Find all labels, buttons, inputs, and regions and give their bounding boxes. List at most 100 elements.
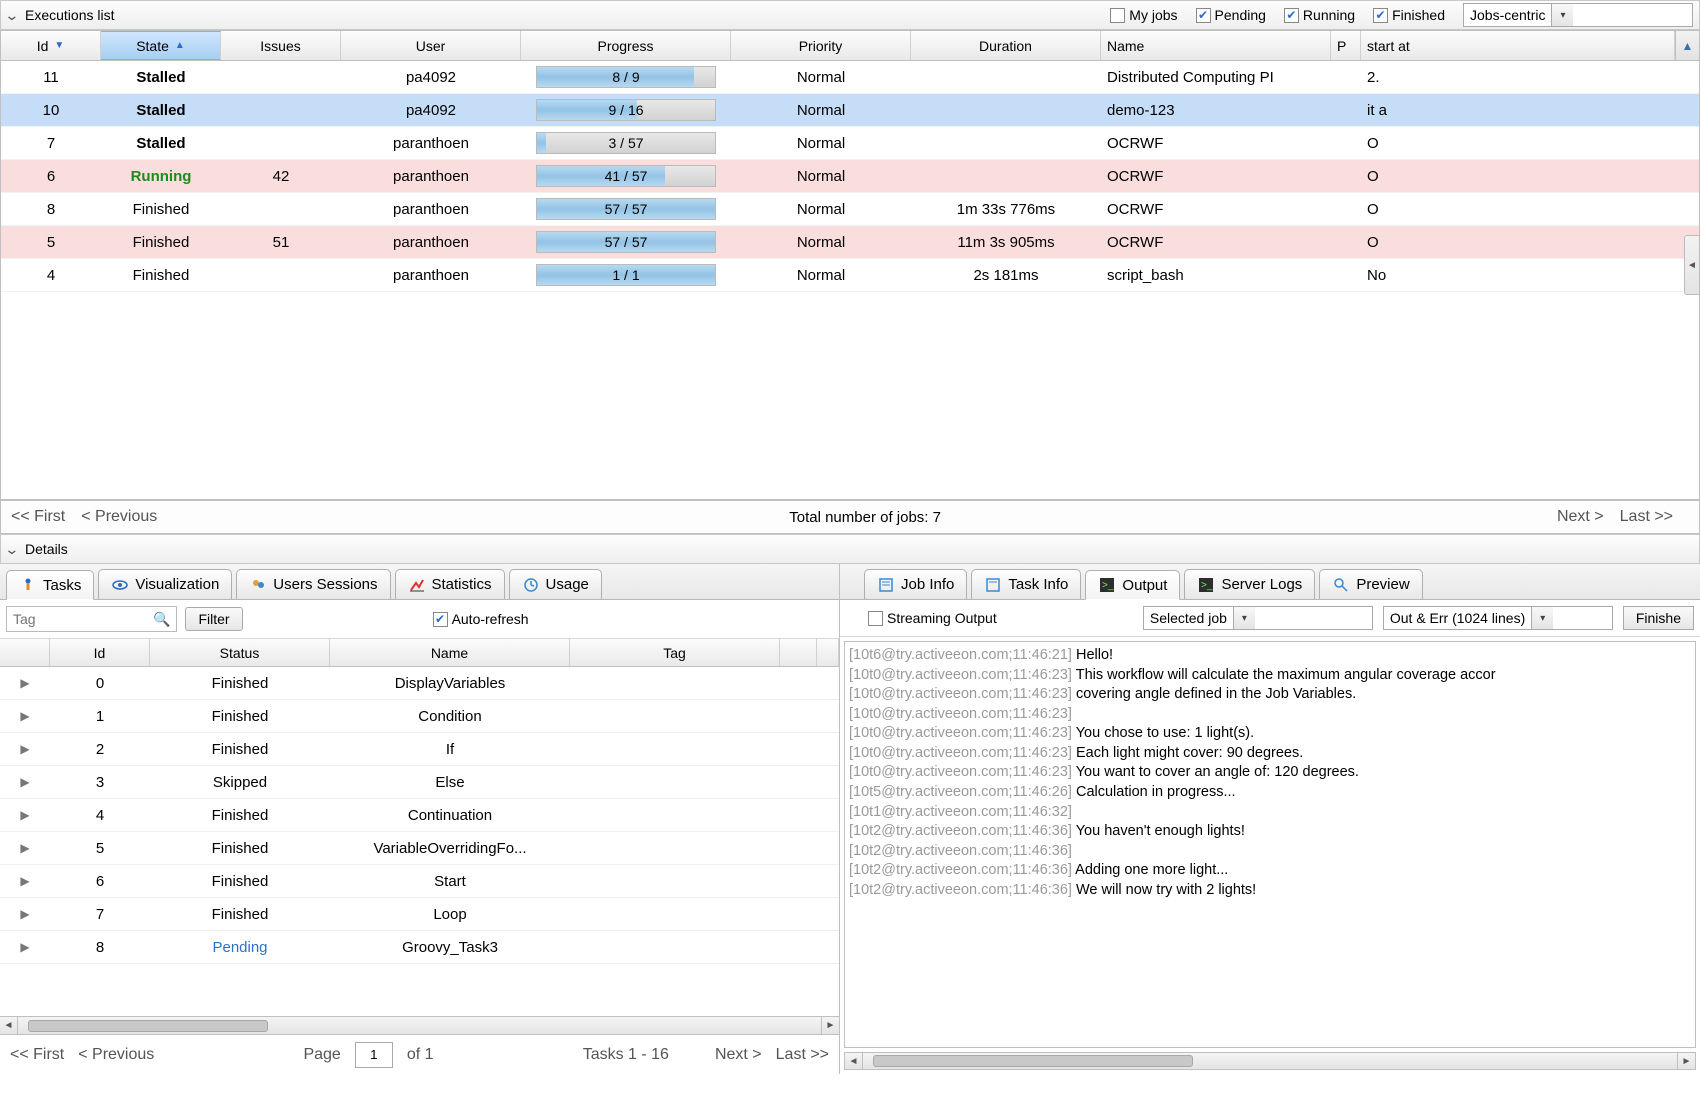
tasks-prev-button[interactable]: < Previous xyxy=(78,1046,154,1064)
col-p[interactable]: P xyxy=(1331,31,1361,60)
search-icon[interactable]: 🔍 xyxy=(153,611,170,628)
job-row[interactable]: 7Stalledparanthoen3 / 57NormalOCRWFO xyxy=(1,127,1699,160)
tab-statistics[interactable]: Statistics xyxy=(395,569,505,599)
scroll-thumb[interactable] xyxy=(873,1055,1193,1067)
task-row[interactable]: ▶1FinishedCondition xyxy=(0,700,839,733)
tab-users-sessions[interactable]: Users Sessions xyxy=(236,569,390,599)
progress-bar: 57 / 57 xyxy=(536,231,716,253)
task-row[interactable]: ▶5FinishedVariableOverridingFo... xyxy=(0,832,839,865)
filter-my-jobs[interactable]: My jobs xyxy=(1110,7,1177,23)
col-task-id[interactable]: Id xyxy=(50,639,150,666)
output-console: [10t6@try.activeeon.com;11:46:21] Hello!… xyxy=(844,641,1696,1048)
executions-title: Executions list xyxy=(25,7,114,23)
col-id[interactable]: Id ▼ xyxy=(1,31,101,60)
tasks-table-header: Id Status Name Tag xyxy=(0,639,839,667)
job-row[interactable]: 6Running42paranthoen41 / 57NormalOCRWFO xyxy=(1,160,1699,193)
side-collapse-handle[interactable]: ◄ xyxy=(1684,235,1700,295)
tag-search-input[interactable]: 🔍 xyxy=(6,606,177,632)
job-row[interactable]: 4Finishedparanthoen1 / 1Normal2s 181mssc… xyxy=(1,259,1699,292)
task-row[interactable]: ▶3SkippedElse xyxy=(0,766,839,799)
scroll-left-icon[interactable]: ◄ xyxy=(845,1053,863,1069)
col-issues[interactable]: Issues xyxy=(221,31,341,60)
col-user[interactable]: User xyxy=(341,31,521,60)
task-row[interactable]: ▶0FinishedDisplayVariables xyxy=(0,667,839,700)
tab-task-info[interactable]: Task Info xyxy=(971,569,1081,599)
progress-bar: 3 / 57 xyxy=(536,132,716,154)
scroll-right-icon[interactable]: ► xyxy=(821,1017,839,1034)
job-row[interactable]: 5Finished51paranthoen57 / 57Normal11m 3s… xyxy=(1,226,1699,259)
task-row[interactable]: ▶8PendingGroovy_Task3 xyxy=(0,931,839,964)
job-row[interactable]: 10Stalledpa40929 / 16Normaldemo-123it a xyxy=(1,94,1699,127)
col-start[interactable]: start at xyxy=(1361,31,1675,60)
tasks-next-button[interactable]: Next > xyxy=(715,1046,762,1064)
filter-pending[interactable]: ✔ Pending xyxy=(1196,7,1266,23)
task-row[interactable]: ▶6FinishedStart xyxy=(0,865,839,898)
tab-preview[interactable]: Preview xyxy=(1319,569,1422,599)
tab-server-logs[interactable]: >_ Server Logs xyxy=(1184,569,1315,599)
scroll-up-icon[interactable]: ▲ xyxy=(1675,31,1699,60)
jobs-prev-button[interactable]: < Previous xyxy=(81,508,157,526)
jobs-next-button[interactable]: Next > xyxy=(1557,508,1604,526)
tab-tasks[interactable]: Tasks xyxy=(6,570,94,600)
col-task-tag[interactable]: Tag xyxy=(570,639,780,666)
output-line: [10t2@try.activeeon.com;11:46:36] Adding… xyxy=(849,861,1691,881)
col-priority[interactable]: Priority xyxy=(731,31,911,60)
collapse-details-icon[interactable]: ⌄ xyxy=(4,541,27,558)
filter-running[interactable]: ✔ Running xyxy=(1284,7,1355,23)
col-task-name[interactable]: Name xyxy=(330,639,570,666)
task-row[interactable]: ▶2FinishedIf xyxy=(0,733,839,766)
col-duration[interactable]: Duration xyxy=(911,31,1101,60)
filter-button[interactable]: Filter xyxy=(185,607,242,631)
view-selector[interactable]: Jobs-centric ▾ xyxy=(1463,3,1693,27)
col-state[interactable]: State ▲ xyxy=(101,31,221,60)
job-row[interactable]: 11Stalledpa40928 / 9NormalDistributed Co… xyxy=(1,61,1699,94)
checkbox-icon[interactable]: ✔ xyxy=(433,612,448,627)
filter-finished[interactable]: ✔ Finished xyxy=(1373,7,1445,23)
collapse-executions-icon[interactable]: ⌄ xyxy=(4,7,27,24)
output-scope-select[interactable]: Selected job ▾ xyxy=(1143,606,1373,630)
checkbox-icon[interactable]: ✔ xyxy=(1373,8,1388,23)
output-hscroll[interactable]: ◄ ► xyxy=(844,1052,1696,1070)
chevron-down-icon[interactable]: ▾ xyxy=(1551,4,1573,26)
output-line: [10t0@try.activeeon.com;11:46:23] coveri… xyxy=(849,685,1691,705)
checkbox-icon[interactable]: ✔ xyxy=(1196,8,1211,23)
scroll-right-icon[interactable]: ► xyxy=(1677,1053,1695,1069)
task-row[interactable]: ▶4FinishedContinuation xyxy=(0,799,839,832)
clock-icon xyxy=(522,576,540,594)
expand-arrow-icon: ▶ xyxy=(20,676,29,690)
expand-arrow-icon: ▶ xyxy=(20,742,29,756)
output-line: [10t2@try.activeeon.com;11:46:36] xyxy=(849,842,1691,862)
tab-visualization[interactable]: Visualization xyxy=(98,569,232,599)
auto-refresh-toggle[interactable]: ✔ Auto-refresh xyxy=(433,611,529,627)
streaming-output-toggle[interactable]: Streaming Output xyxy=(868,610,997,626)
job-row[interactable]: 8Finishedparanthoen57 / 57Normal1m 33s 7… xyxy=(1,193,1699,226)
tag-input[interactable] xyxy=(13,611,153,627)
tab-usage[interactable]: Usage xyxy=(509,569,602,599)
tasks-hscroll[interactable]: ◄ ► xyxy=(0,1016,839,1034)
col-progress[interactable]: Progress xyxy=(521,31,731,60)
output-line: [10t2@try.activeeon.com;11:46:36] We wil… xyxy=(849,881,1691,901)
scroll-left-icon[interactable]: ◄ xyxy=(0,1017,18,1034)
finish-button[interactable]: Finishe xyxy=(1623,606,1694,630)
checkbox-icon[interactable] xyxy=(868,611,883,626)
checkbox-icon[interactable]: ✔ xyxy=(1284,8,1299,23)
task-row[interactable]: ▶7FinishedLoop xyxy=(0,898,839,931)
tasks-first-button[interactable]: << First xyxy=(10,1046,64,1064)
col-task-status[interactable]: Status xyxy=(150,639,330,666)
jobs-first-button[interactable]: << First xyxy=(11,508,65,526)
tab-job-info[interactable]: Job Info xyxy=(864,569,967,599)
right-tabbar: Job Info Task Info >_ Output >_ Server L… xyxy=(840,564,1700,600)
tasks-toolbar: 🔍 Filter ✔ Auto-refresh xyxy=(0,600,839,639)
chevron-down-icon[interactable]: ▾ xyxy=(1531,607,1553,629)
chevron-down-icon[interactable]: ▾ xyxy=(1233,607,1255,629)
progress-bar: 9 / 16 xyxy=(536,99,716,121)
col-name[interactable]: Name xyxy=(1101,31,1331,60)
sort-desc-icon: ▼ xyxy=(54,40,64,51)
jobs-last-button[interactable]: Last >> xyxy=(1620,508,1673,526)
tab-output[interactable]: >_ Output xyxy=(1085,570,1180,600)
tasks-last-button[interactable]: Last >> xyxy=(776,1046,829,1064)
checkbox-icon[interactable] xyxy=(1110,8,1125,23)
output-lines-select[interactable]: Out & Err (1024 lines) ▾ xyxy=(1383,606,1613,630)
page-input[interactable] xyxy=(355,1042,393,1068)
scroll-thumb[interactable] xyxy=(28,1020,268,1032)
